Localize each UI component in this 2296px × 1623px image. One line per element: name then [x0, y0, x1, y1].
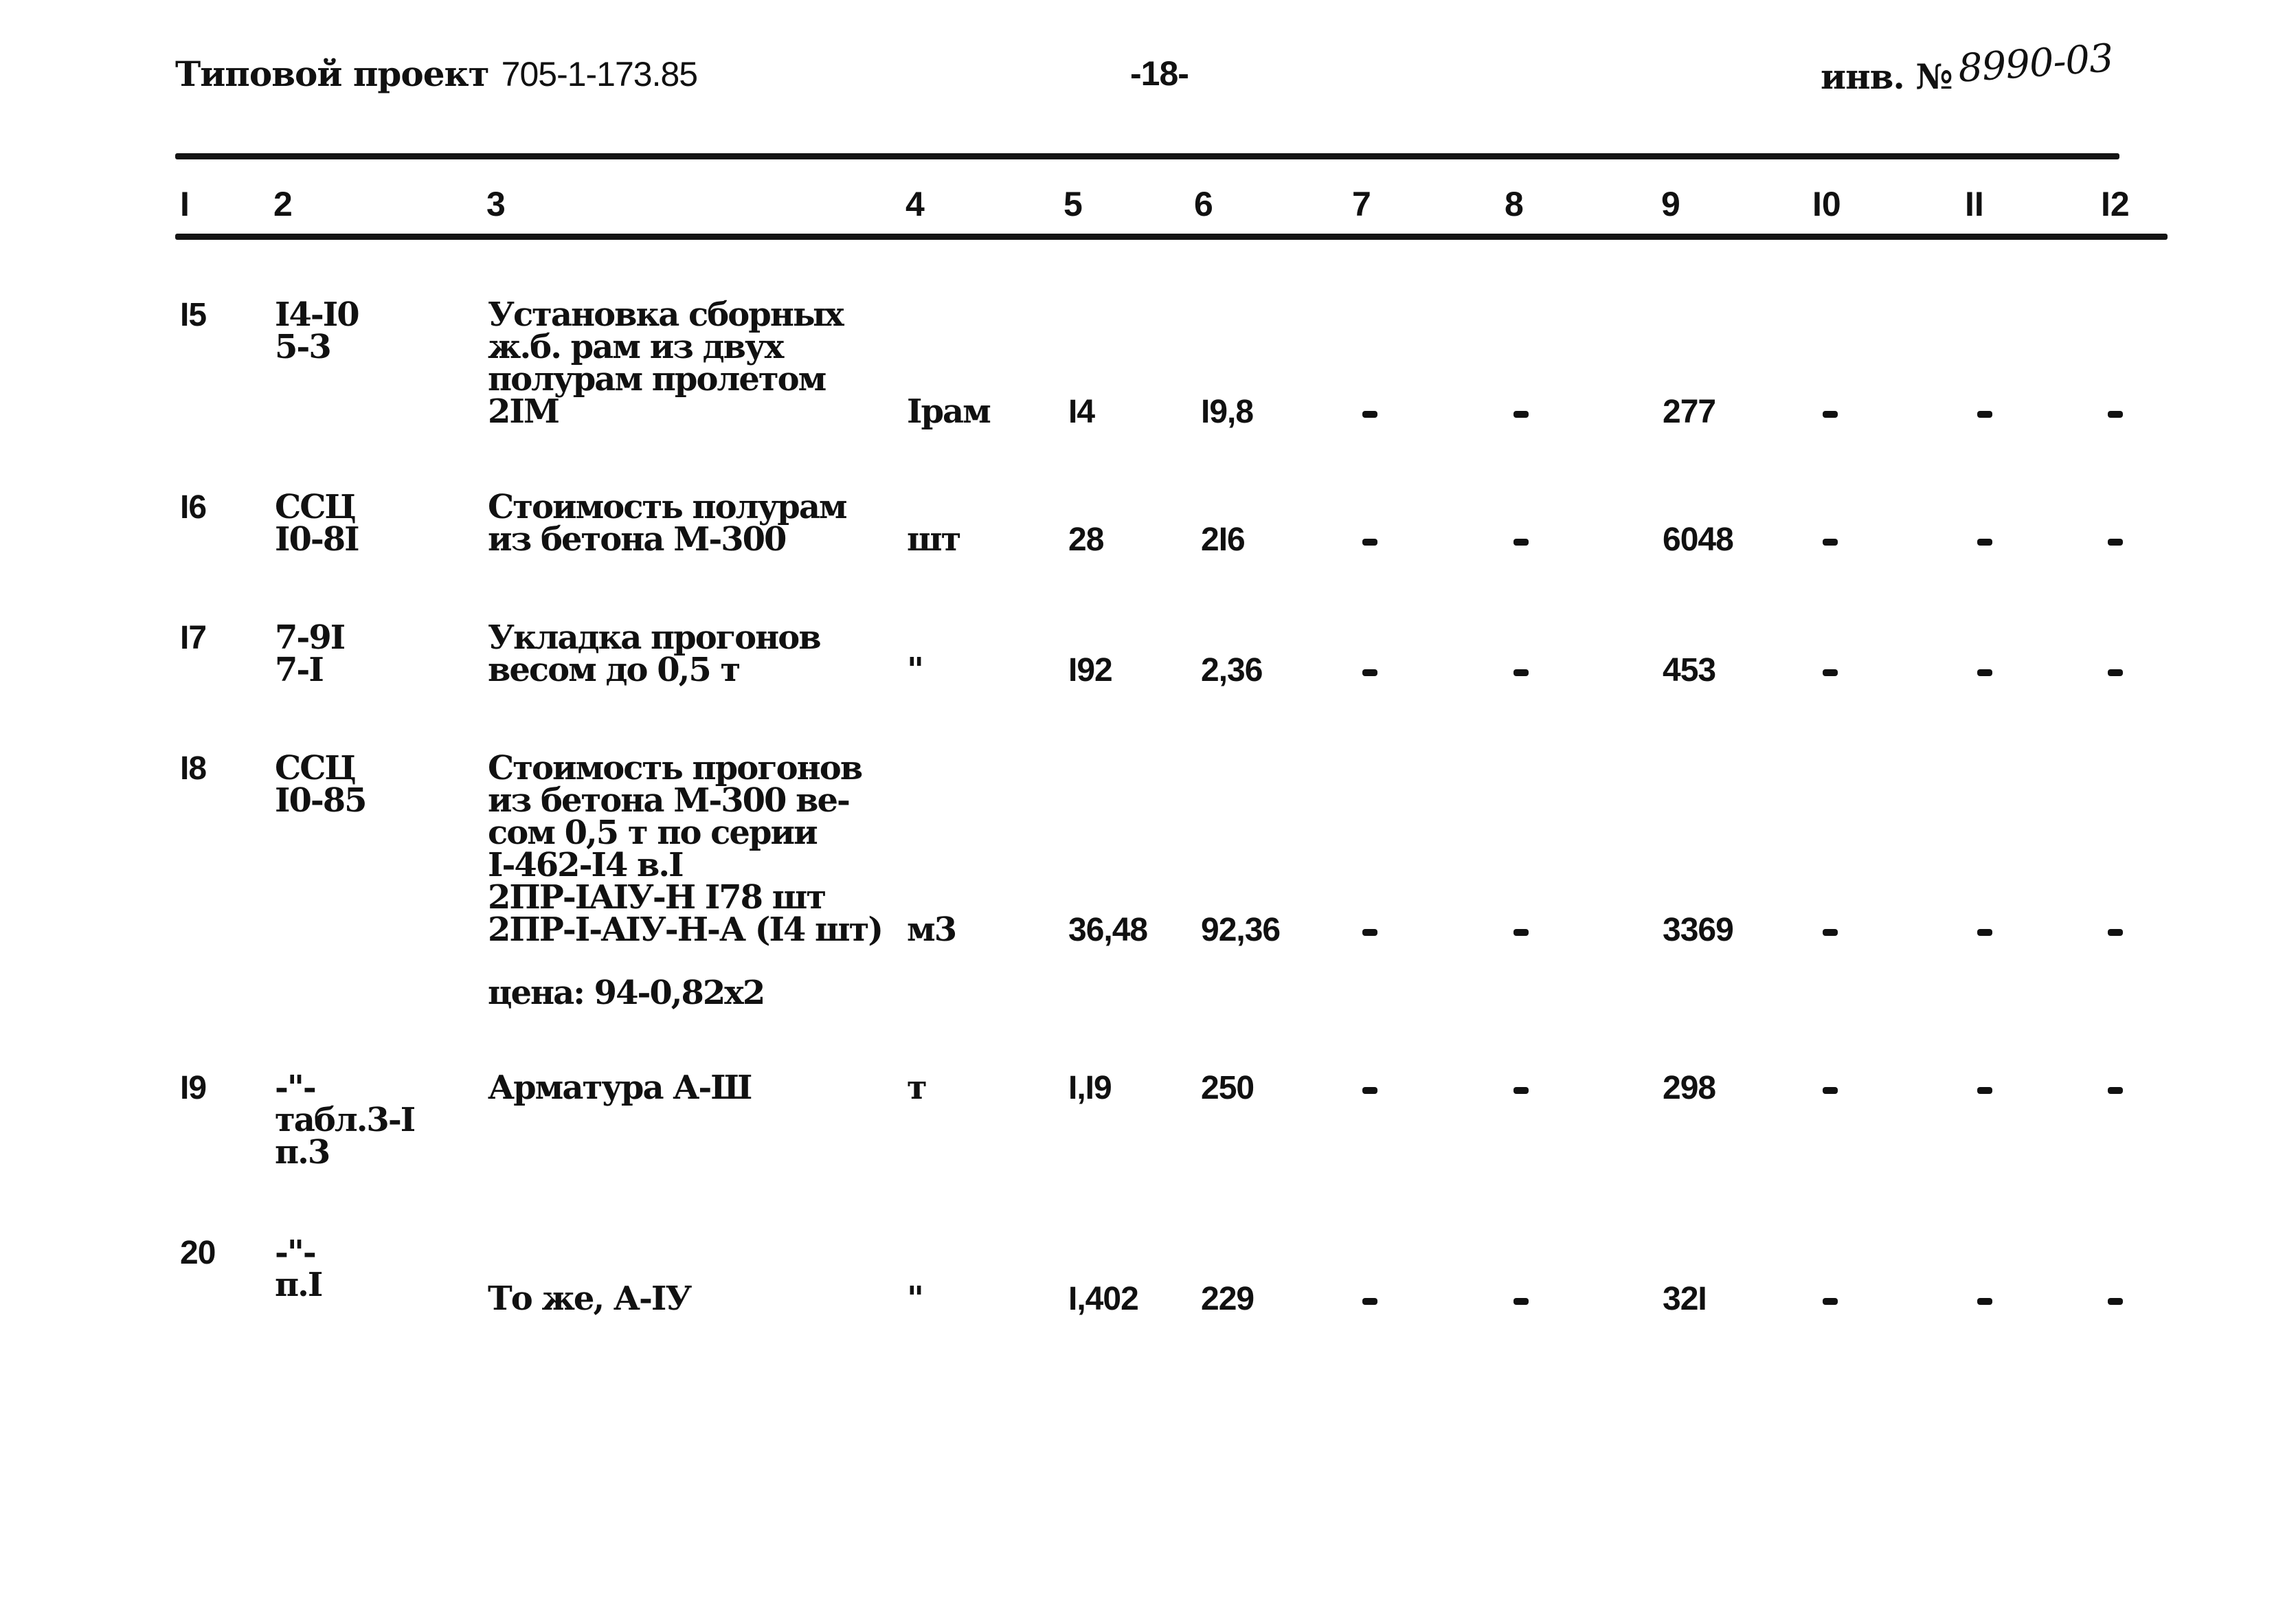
column-header: 3	[486, 185, 506, 223]
row-number: I7	[180, 620, 207, 656]
row-description: То же, А-IУ	[488, 1279, 692, 1318]
inventory-number: инв. № 8990-03	[1821, 36, 2114, 98]
empty-dash-c12	[2108, 1087, 2123, 1094]
row-total: 453	[1663, 652, 1716, 689]
empty-dash-c11	[1977, 411, 1992, 418]
table-top-rule	[175, 153, 2119, 159]
page-number: -18-	[1130, 54, 1189, 93]
row-number: I9	[180, 1070, 207, 1106]
empty-dash-c8	[1513, 929, 1529, 936]
row-number: I8	[180, 750, 207, 787]
empty-dash-c11	[1977, 1087, 1992, 1094]
row-number: I5	[180, 297, 207, 333]
row-reference: ССЦ I0-8I	[275, 488, 360, 559]
empty-dash-c7	[1362, 929, 1377, 936]
empty-dash-c10	[1823, 929, 1838, 936]
row-quantity: I,I9	[1068, 1070, 1112, 1106]
row-quantity: I,402	[1068, 1281, 1139, 1317]
empty-dash-c10	[1823, 1087, 1838, 1094]
empty-dash-c11	[1977, 929, 1992, 936]
empty-dash-c11	[1977, 669, 1992, 676]
empty-dash-c8	[1513, 411, 1529, 418]
row-reference: ССЦ I0-85	[275, 749, 368, 820]
row-description: Установка сборных ж.б. рам из двух полур…	[488, 295, 844, 431]
project-label: Типовой проект	[175, 54, 490, 94]
row-total: 3369	[1663, 912, 1734, 948]
empty-dash-c12	[2108, 669, 2123, 676]
row-unit: "	[907, 651, 924, 689]
project-title: Типовой проект 705-1-173.85	[175, 54, 698, 94]
empty-dash-c12	[2108, 539, 2123, 546]
column-header: 8	[1505, 185, 1524, 223]
row-quantity: I4	[1068, 394, 1095, 430]
empty-dash-c7	[1362, 411, 1377, 418]
row-reference: 7-9I 7-I	[275, 618, 346, 689]
row-unit-price: I9,8	[1201, 394, 1254, 430]
column-header: 2	[273, 185, 293, 223]
row-number: 20	[180, 1235, 216, 1271]
empty-dash-c11	[1977, 1298, 1992, 1305]
empty-dash-c10	[1823, 539, 1838, 546]
column-header: 5	[1063, 185, 1083, 223]
empty-dash-c7	[1362, 1087, 1377, 1094]
empty-dash-c11	[1977, 539, 1992, 546]
empty-dash-c7	[1362, 1298, 1377, 1305]
column-header: II	[1965, 185, 1984, 223]
row-description: Стоимость полурам из бетона М-300	[488, 488, 848, 559]
column-header: 6	[1194, 185, 1213, 223]
empty-dash-c12	[2108, 411, 2123, 418]
row-quantity: 36,48	[1068, 912, 1148, 948]
column-header: I	[180, 185, 190, 223]
row-unit: Iрам	[907, 392, 991, 431]
row-description: Стоимость прогонов из бетона М-300 ве- с…	[488, 749, 883, 949]
row-quantity: I92	[1068, 652, 1113, 689]
empty-dash-c12	[2108, 929, 2123, 936]
row-description: Арматура А-Ш	[488, 1068, 752, 1107]
row-total: 32I	[1663, 1281, 1707, 1317]
empty-dash-c7	[1362, 539, 1377, 546]
inventory-value: 8990-03	[1956, 36, 2115, 91]
row-quantity: 28	[1068, 522, 1104, 558]
empty-dash-c12	[2108, 1298, 2123, 1305]
row-number: I6	[180, 489, 207, 526]
row-total: 277	[1663, 394, 1716, 430]
row-price-note: цена: 94-0,82x2	[488, 974, 765, 1012]
inventory-label: инв. №	[1821, 56, 1953, 97]
column-header: 7	[1352, 185, 1371, 223]
row-reference: -"- табл.3-I п.3	[275, 1068, 416, 1172]
row-total: 6048	[1663, 522, 1734, 558]
column-header: I0	[1812, 185, 1841, 223]
empty-dash-c8	[1513, 1087, 1529, 1094]
row-unit: "	[907, 1279, 924, 1318]
empty-dash-c8	[1513, 1298, 1529, 1305]
empty-dash-c10	[1823, 1298, 1838, 1305]
row-unit-price: 2,36	[1201, 652, 1263, 689]
column-header: I2	[2101, 185, 2130, 223]
empty-dash-c10	[1823, 411, 1838, 418]
column-header: 4	[905, 185, 925, 223]
table-header-rule	[175, 234, 2168, 240]
project-code: 705-1-173.85	[501, 55, 698, 93]
empty-dash-c10	[1823, 669, 1838, 676]
column-header: 9	[1661, 185, 1680, 223]
row-unit: т	[907, 1068, 927, 1107]
empty-dash-c8	[1513, 539, 1529, 546]
row-reference: -"- п.I	[275, 1233, 323, 1304]
row-unit-price: 92,36	[1201, 912, 1281, 948]
row-total: 298	[1663, 1070, 1716, 1106]
row-description: Укладка прогонов весом до 0,5 т	[488, 618, 822, 689]
empty-dash-c7	[1362, 669, 1377, 676]
row-unit-price: 250	[1201, 1070, 1254, 1106]
row-unit: м3	[907, 910, 957, 949]
row-unit-price: 229	[1201, 1281, 1254, 1317]
empty-dash-c8	[1513, 669, 1529, 676]
row-unit-price: 2I6	[1201, 522, 1246, 558]
row-reference: I4-I0 5-3	[275, 295, 360, 366]
row-unit: шт	[907, 520, 961, 559]
